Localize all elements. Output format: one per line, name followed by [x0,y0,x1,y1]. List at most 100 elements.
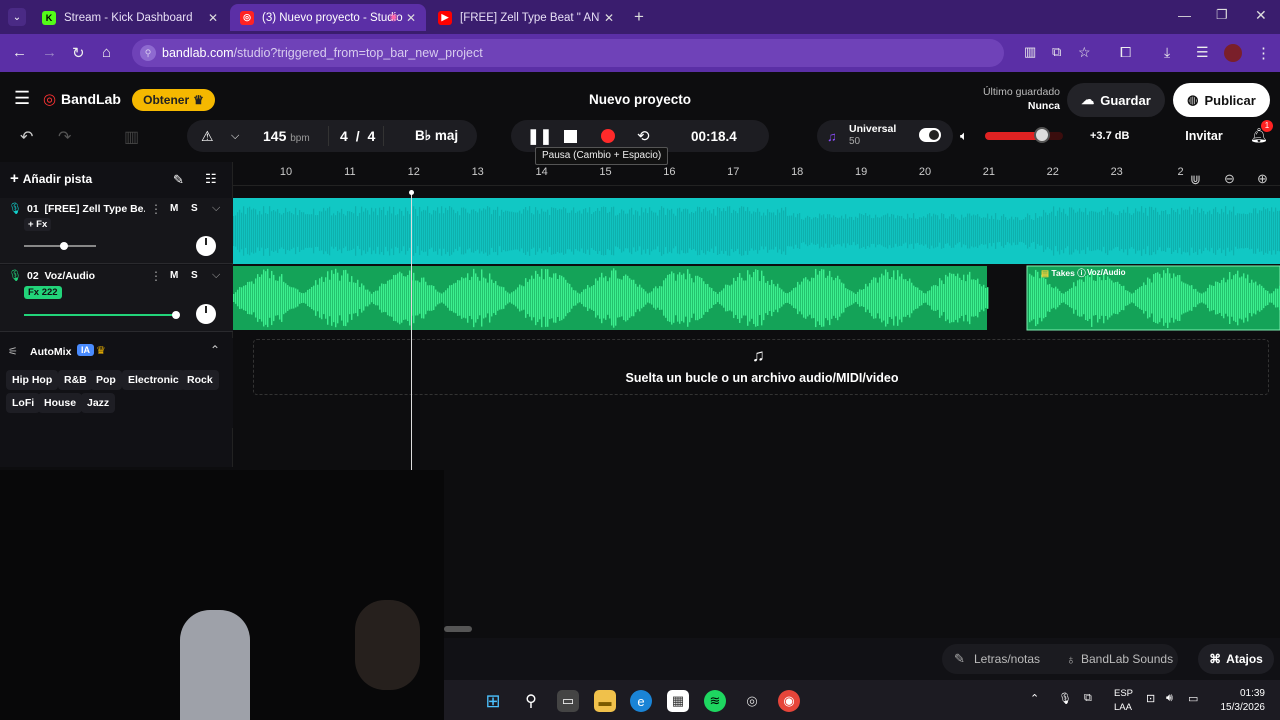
bookmark-star-icon[interactable]: ☆ [1078,44,1091,61]
battery-icon[interactable]: ▭ [1188,692,1198,705]
forward-icon[interactable]: → [42,44,57,61]
genre-lofi[interactable]: LoFi [6,393,41,413]
genre-jazz[interactable]: Jazz [81,393,116,413]
chrome-icon[interactable]: ◉ [778,690,800,712]
magnet-icon[interactable]: ⋓ [1190,172,1201,188]
track-header-2[interactable]: 🎙︎ 02 Voz/Audio ⋮ M S ⌵ Fx 222 [0,265,233,332]
genre-pop[interactable]: Pop [90,370,122,390]
record-icon[interactable] [601,129,615,143]
language-indicator[interactable]: ESP [1114,688,1133,699]
zoom-in-icon[interactable]: ⊕ [1257,171,1268,187]
chevron-down-icon[interactable]: ⌵ [212,269,220,282]
mic-tray-icon[interactable]: 🎙︎ [1058,692,1072,705]
genre-house[interactable]: House [38,393,83,413]
project-title[interactable]: Nuevo proyecto [560,92,720,107]
obtener-button[interactable]: Obtener ♛ [132,89,215,111]
volume-icon[interactable]: 🔊︎ [1166,692,1173,705]
back-icon[interactable]: ← [12,44,27,61]
site-info-icon[interactable]: ⚲ [140,45,156,61]
windows-start-icon[interactable]: ⊞ [482,690,504,712]
save-button[interactable]: ☁ Guardar [1067,83,1165,117]
time-signature[interactable]: 4 / 4 [340,128,375,144]
publish-button[interactable]: ◍ Publicar [1173,83,1270,117]
track-1-clip[interactable] [233,198,1280,264]
tray-overflow-icon[interactable]: ⌃ [1030,692,1039,705]
horizontal-scrollbar[interactable] [444,626,472,632]
metronome-icon[interactable]: ⚠ [201,128,214,145]
mixer-icon[interactable]: ☷ [205,171,217,187]
search-icon[interactable]: ⚲ [520,690,542,712]
downloads-icon[interactable]: ⤓ [1164,44,1170,61]
track-menu-icon[interactable]: ⋮ [150,202,162,216]
track-volume-slider[interactable] [24,242,96,250]
zoom-out-icon[interactable]: ⊖ [1224,171,1235,187]
genre-rock[interactable]: Rock [181,370,219,390]
mute-button[interactable]: M [170,203,178,214]
fx-button[interactable]: Fx 222 [24,286,62,299]
tab-youtube[interactable]: ▶ [FREE] Zell Type Beat " ANTES D ✕ [428,4,624,31]
track-header-1[interactable]: 🎙︎ 01 [FREE] Zell Type Be... ⋮ M S ⌵ + F… [0,198,233,264]
drop-zone[interactable]: ♫ Suelta un bucle o un archivo audio/MID… [253,339,1269,395]
tab-search-icon[interactable]: ⌄ [8,8,26,26]
chevron-down-icon[interactable]: ⌵ [212,202,220,215]
mute-button[interactable]: M [170,270,178,281]
close-tab-icon[interactable]: ✕ [604,11,614,25]
maximize-icon[interactable]: ❐ [1216,7,1228,23]
url-input[interactable]: ⚲ bandlab.com/studio?triggered_from=top_… [132,39,1004,67]
obs-icon[interactable]: ◎ [741,690,763,712]
master-volume-slider[interactable] [985,127,1063,143]
pan-knob[interactable] [196,236,216,256]
profile-avatar[interactable] [1224,44,1242,62]
customize-icon[interactable]: ☰ [1196,44,1209,61]
lyrics-button[interactable]: Letras/notas [974,652,1040,666]
master-volume-handle[interactable] [1033,127,1050,143]
fx-button[interactable]: + Fx [24,218,52,231]
close-tab-icon[interactable]: ✕ [208,11,218,25]
track-volume-slider[interactable] [24,311,180,319]
metronome-dropdown-icon[interactable]: ⌵ [231,130,239,143]
keyboard-layout[interactable]: LAA [1114,702,1132,713]
install-app-icon[interactable]: ⧉ [1052,44,1061,60]
stop-icon[interactable] [564,129,577,143]
store-icon[interactable]: ▦ [667,690,689,712]
invite-button[interactable]: Invitar [1175,123,1233,149]
close-tab-icon[interactable]: ✕ [406,11,416,25]
tray-app-icon[interactable]: ⧉ [1084,692,1092,705]
network-icon[interactable]: ⊡ [1146,692,1155,705]
track-lane-2[interactable]: ▤ Takes ⓘ Voz/Audio [233,265,1280,332]
file-explorer-icon[interactable]: ▬ [594,690,616,712]
clock-time[interactable]: 01:39 [1210,688,1265,699]
chevron-up-icon[interactable]: ⌃ [210,343,220,357]
spotify-icon[interactable]: ≋ [704,690,726,712]
playhead-handle[interactable] [409,190,414,195]
piano-icon[interactable]: ▥ [124,127,139,147]
reading-mode-icon[interactable]: ▥ [1024,44,1036,60]
tab-bandlab[interactable]: ◎ (3) Nuevo proyecto - Studio ◉ ✕ [230,4,426,31]
genre-rnb[interactable]: R&B [58,370,93,390]
track-name[interactable]: 01 [FREE] Zell Type Be... [27,203,145,215]
loop-icon[interactable]: ⟲ [637,127,650,145]
bpm-value[interactable]: 145 bpm [263,128,310,144]
hamburger-menu-icon[interactable]: ☰ [14,88,30,109]
add-track-button[interactable]: + Añadir pista [10,170,92,187]
volume-handle[interactable] [172,311,180,319]
undo-icon[interactable]: ↶ [20,127,33,147]
pan-knob[interactable] [196,304,216,324]
clock-date[interactable]: 15/3/2026 [1210,702,1266,713]
bandlab-logo[interactable]: BandLab [61,91,121,107]
track-name[interactable]: 02 Voz/Audio [27,270,95,282]
pause-icon[interactable]: ❚❚ [527,127,552,145]
close-window-icon[interactable]: ✕ [1255,7,1267,24]
extensions-icon[interactable]: ⧠ [1120,44,1131,61]
edge-icon[interactable]: e [630,690,652,712]
preset-toggle[interactable] [919,128,941,142]
preset-name[interactable]: Universal [849,123,896,135]
solo-button[interactable]: S [191,203,198,214]
shortcuts-button[interactable]: ⌘ Atajos [1198,644,1274,674]
browser-menu-icon[interactable]: ⋮ [1256,44,1271,62]
solo-button[interactable]: S [191,270,198,281]
track-lane-1[interactable] [233,198,1280,264]
timeline-ruler[interactable]: 10 11 12 13 14 15 16 17 18 19 20 21 22 23 2 [233,162,1280,186]
task-view-icon[interactable]: ▭ [557,690,579,712]
genre-hip-hop[interactable]: Hip Hop [6,370,59,390]
